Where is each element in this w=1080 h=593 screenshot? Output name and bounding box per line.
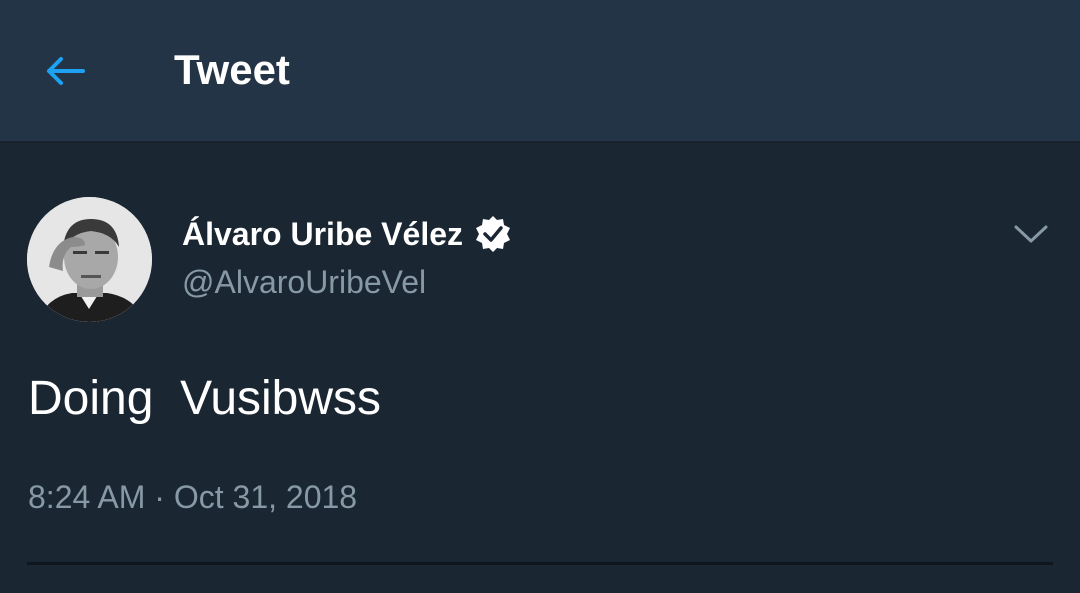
divider bbox=[27, 562, 1053, 565]
author-name[interactable]: Álvaro Uribe Vélez bbox=[182, 216, 463, 253]
tweet-timestamp[interactable]: 8:24 AM · Oct 31, 2018 bbox=[28, 477, 357, 517]
avatar-portrait bbox=[27, 197, 152, 322]
chevron-down-icon bbox=[1014, 225, 1048, 243]
page-title: Tweet bbox=[174, 46, 290, 93]
top-app-bar: Tweet bbox=[0, 0, 1080, 143]
tweet-menu-button[interactable] bbox=[1008, 214, 1054, 254]
avatar[interactable] bbox=[27, 197, 152, 322]
back-button[interactable] bbox=[36, 44, 94, 98]
arrow-left-icon bbox=[47, 57, 85, 85]
verified-badge-icon bbox=[473, 214, 513, 254]
author-name-row[interactable]: Álvaro Uribe Vélez bbox=[182, 210, 513, 258]
tweet-text: Doing Vusibwss bbox=[28, 372, 382, 425]
author-handle[interactable]: @AlvaroUribeVel bbox=[182, 262, 426, 302]
